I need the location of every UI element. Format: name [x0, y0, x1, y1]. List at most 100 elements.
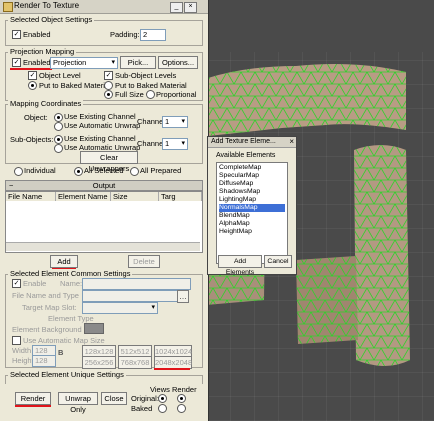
original-label: Original:: [131, 394, 159, 403]
all-selected-label: All Selected: [84, 166, 124, 175]
output-rollout-header[interactable]: − Output: [5, 180, 203, 191]
put-to-baked-material2-radio[interactable]: [104, 81, 113, 90]
baked-render-radio[interactable]: [177, 404, 186, 413]
baked-view-radio[interactable]: [158, 404, 167, 413]
full-size-label: Full Size: [115, 90, 144, 99]
group-label: Selected Object Settings: [8, 15, 95, 24]
add-button[interactable]: Add: [50, 255, 78, 268]
output-label: Output: [92, 181, 116, 190]
list-item[interactable]: HeightMap: [219, 228, 285, 236]
group-label: Selected Element Unique Settings: [8, 370, 126, 379]
file-name-input[interactable]: [82, 290, 178, 302]
close-icon[interactable]: ×: [289, 137, 294, 146]
enabled-label: Enabled: [23, 30, 51, 39]
put-to-baked-material-radio[interactable]: [28, 81, 37, 90]
original-render-radio[interactable]: [177, 394, 186, 403]
auto-map-size-checkbox[interactable]: [12, 336, 21, 345]
browse-button[interactable]: …: [177, 290, 189, 303]
put-to-baked-material-label: Put to Baked Material: [39, 81, 111, 90]
render-button[interactable]: Render: [15, 392, 51, 405]
sub-object-levels-checkbox[interactable]: ✓: [104, 71, 113, 80]
red-underline: [10, 68, 52, 70]
size-preset-button[interactable]: 256x256: [82, 356, 116, 369]
baked-label: Baked: [131, 404, 153, 413]
sub-object-levels-label: Sub-Object Levels: [115, 71, 177, 80]
element-enable-label: Enable: [23, 279, 47, 288]
available-elements-list[interactable]: CompleteMap SpecularMap DiffuseMap Shado…: [216, 162, 288, 264]
delete-button[interactable]: Delete: [128, 255, 160, 268]
minimize-icon[interactable]: _: [170, 2, 183, 13]
object-existing-channel-label: Use Existing Channel: [64, 112, 136, 121]
all-prepared-label: All Prepared: [140, 166, 182, 175]
render-to-texture-window: Render To Texture _ × Selected Object Se…: [0, 0, 209, 421]
horizontal-scrollbar[interactable]: [6, 242, 200, 251]
all-prepared-radio[interactable]: [130, 167, 139, 176]
column-header[interactable]: File Name: [6, 192, 56, 201]
list-item[interactable]: ShadowsMap: [219, 188, 285, 196]
padding-input[interactable]: 2: [140, 29, 166, 41]
column-header[interactable]: Targ: [159, 192, 202, 201]
object-existing-channel-radio[interactable]: [54, 113, 63, 122]
list-item[interactable]: LightingMap: [219, 196, 285, 204]
sub-objects-label: Sub-Objects:: [10, 135, 54, 144]
object-auto-unwrap-label: Use Automatic Unwrap: [64, 121, 141, 130]
cancel-button[interactable]: Cancel: [264, 255, 292, 268]
full-size-radio[interactable]: [104, 90, 113, 99]
title-bar[interactable]: Render To Texture _ ×: [0, 0, 208, 14]
auto-map-size-label: Use Automatic Map Size: [23, 336, 105, 345]
size-preset-button[interactable]: 768x768: [118, 356, 152, 369]
width-label: Width: [12, 346, 32, 355]
sub-existing-channel-label: Use Existing Channel: [64, 134, 136, 143]
object-level-checkbox[interactable]: ✓: [28, 71, 37, 80]
column-header[interactable]: Size: [111, 192, 159, 201]
group-label: Projection Mapping: [8, 47, 77, 56]
available-elements-label: Available Elements: [216, 152, 276, 159]
output-table[interactable]: File Name Element Name Size Targ: [5, 191, 203, 253]
list-item[interactable]: AlphaMap: [219, 220, 285, 228]
lock-icon[interactable]: B: [58, 348, 63, 357]
target-map-slot-select[interactable]: [82, 302, 158, 314]
group-label: Mapping Coordinates: [8, 99, 84, 108]
projection-dropdown[interactable]: Projection: [50, 57, 118, 69]
projection-enabled-checkbox[interactable]: ✓: [12, 58, 21, 67]
background-color-swatch[interactable]: [84, 323, 104, 334]
close-button[interactable]: Close: [101, 392, 127, 405]
clear-unwrappers-button[interactable]: Clear Unwrappers: [80, 151, 138, 173]
individual-label: Individual: [24, 166, 56, 175]
dialog-title-bar[interactable]: Add Texture Eleme... ×: [208, 137, 296, 148]
projection-enabled-label: Enabled: [23, 58, 51, 67]
list-item[interactable]: CompleteMap: [219, 164, 285, 172]
column-header[interactable]: Element Name: [56, 192, 111, 201]
options-button[interactable]: Options...: [158, 56, 198, 69]
list-item[interactable]: DiffuseMap: [219, 180, 285, 188]
element-enable-checkbox[interactable]: ✓: [12, 279, 21, 288]
all-selected-radio[interactable]: [74, 167, 83, 176]
file-name-type-label: File Name and Type: [12, 291, 79, 300]
name-input[interactable]: [82, 278, 191, 290]
dialog-title: Add Texture Eleme...: [211, 138, 276, 145]
proportional-label: Proportional: [156, 90, 197, 99]
enabled-checkbox[interactable]: ✓: [12, 30, 21, 39]
red-underline: [154, 368, 190, 370]
height-label: Height: [12, 356, 34, 365]
object-auto-unwrap-radio[interactable]: [54, 122, 63, 131]
list-item[interactable]: SpecularMap: [219, 172, 285, 180]
proportional-radio[interactable]: [146, 90, 155, 99]
sub-existing-channel-radio[interactable]: [54, 135, 63, 144]
add-elements-button[interactable]: Add Elements: [218, 255, 262, 276]
window-title: Render To Texture: [14, 1, 80, 10]
sub-channel-select[interactable]: 1: [162, 138, 188, 150]
name-label: Name:: [60, 279, 83, 288]
list-item[interactable]: BlendMap: [219, 212, 285, 220]
pick-button[interactable]: Pick...: [120, 56, 156, 69]
individual-radio[interactable]: [14, 167, 23, 176]
original-view-radio[interactable]: [158, 394, 167, 403]
object-channel-select[interactable]: 1: [162, 116, 188, 128]
height-input[interactable]: 128: [32, 355, 56, 367]
close-icon[interactable]: ×: [184, 2, 197, 13]
object-channel-label: Channel: [137, 117, 165, 126]
list-item-selected[interactable]: NormalsMap: [219, 204, 285, 212]
sub-auto-unwrap-radio[interactable]: [54, 144, 63, 153]
unwrap-only-button[interactable]: Unwrap Only: [58, 392, 98, 414]
sub-channel-label: Channel: [137, 139, 165, 148]
